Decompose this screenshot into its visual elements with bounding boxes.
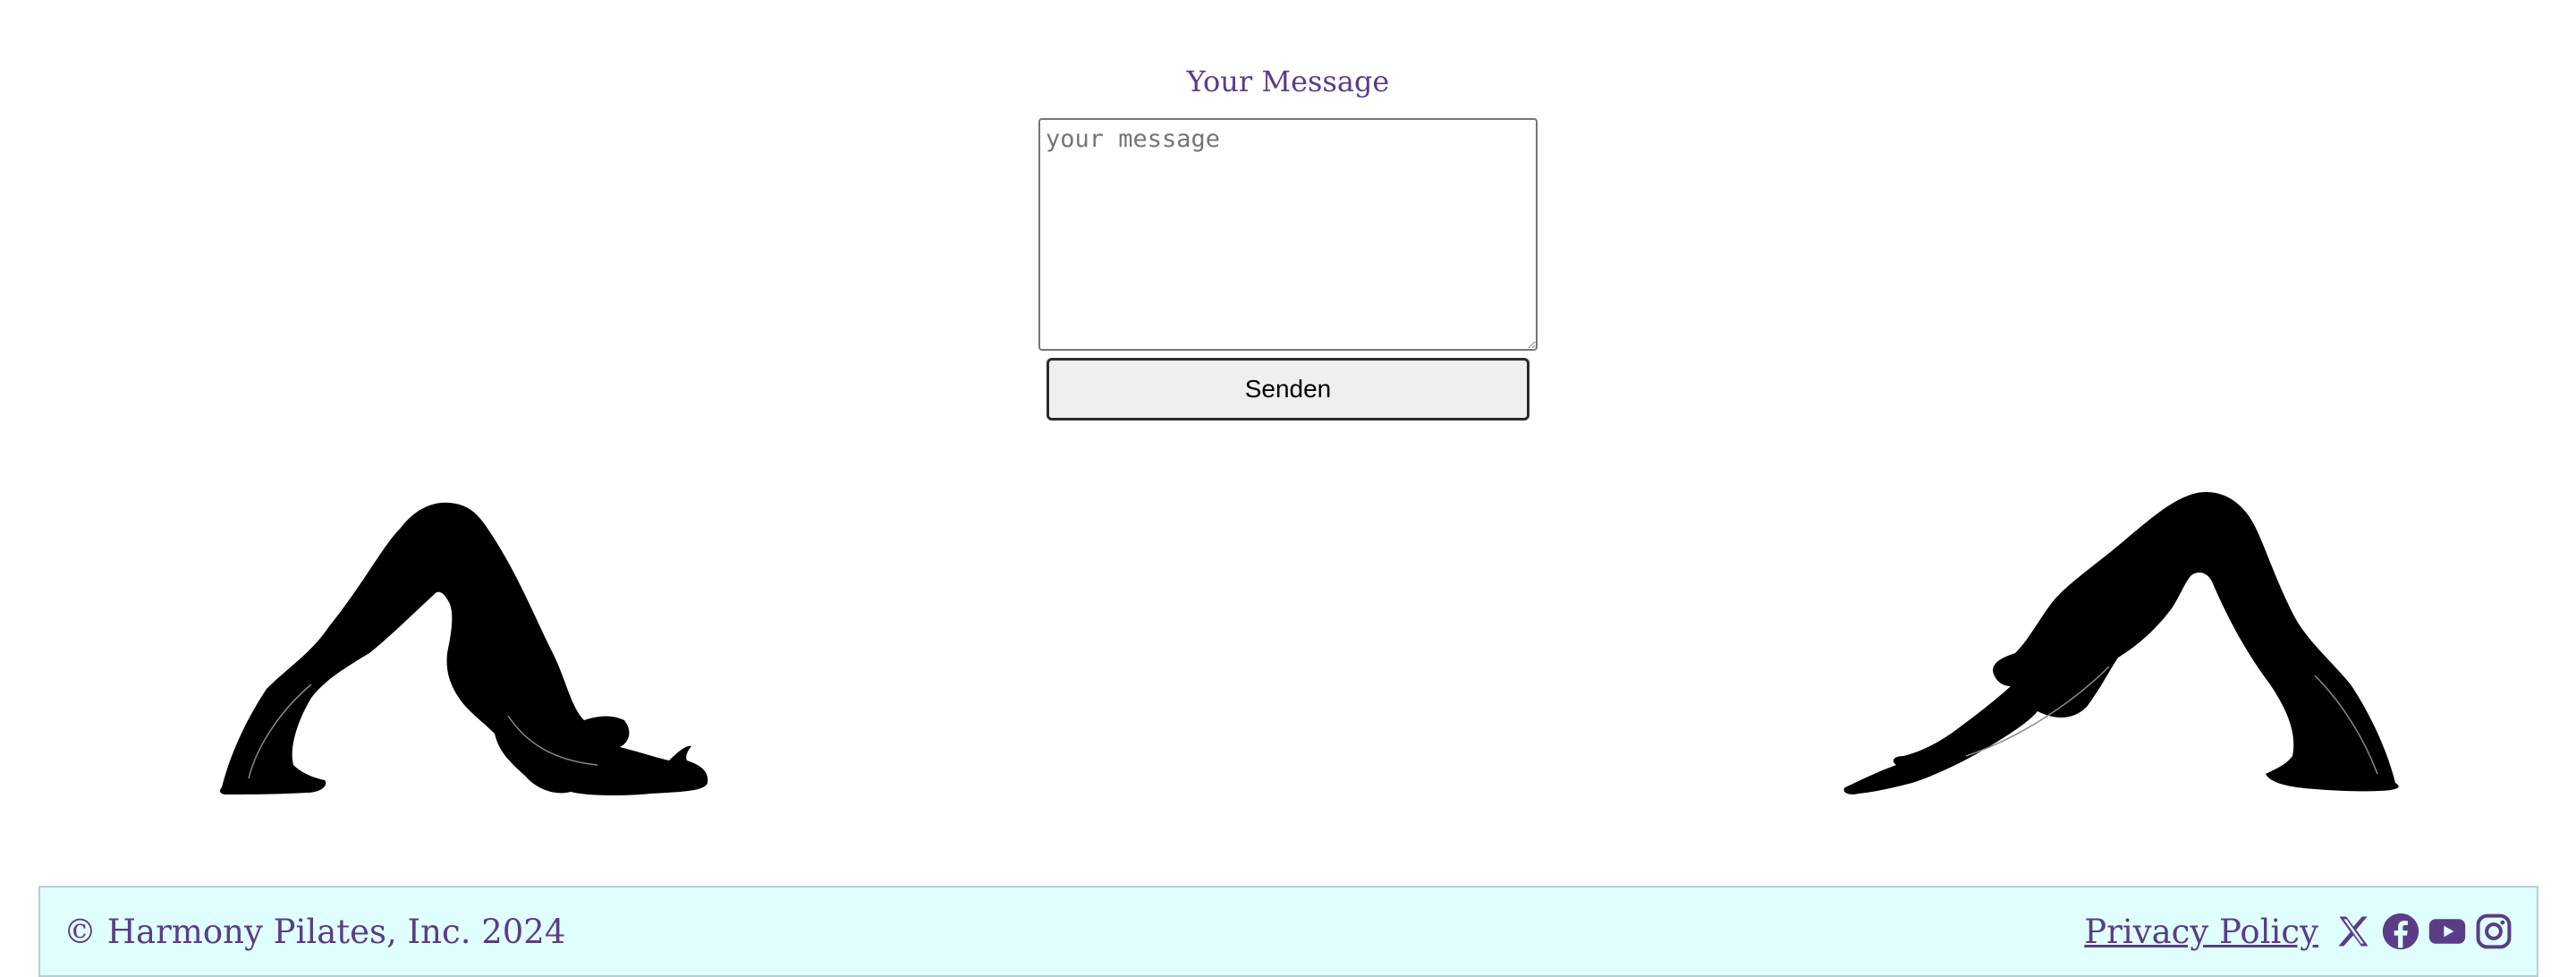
message-label: Your Message — [1186, 64, 1390, 98]
yoga-pose-right-icon — [1843, 492, 2399, 794]
instagram-icon[interactable] — [2474, 912, 2513, 951]
facebook-icon[interactable] — [2381, 912, 2420, 951]
x-icon[interactable] — [2334, 912, 2374, 951]
yoga-pose-left-icon — [219, 502, 708, 796]
message-textarea[interactable] — [1038, 118, 1538, 351]
page: Your Message Senden © Harmony Pilates, I… — [0, 0, 2576, 977]
footer-links: Privacy Policy — [2084, 912, 2513, 951]
privacy-policy-link[interactable]: Privacy Policy — [2084, 913, 2318, 951]
send-button[interactable]: Senden — [1046, 358, 1530, 421]
youtube-icon[interactable] — [2428, 912, 2467, 951]
footer: © Harmony Pilates, Inc. 2024 Privacy Pol… — [38, 886, 2538, 977]
copyright-text: © Harmony Pilates, Inc. 2024 — [64, 912, 566, 951]
